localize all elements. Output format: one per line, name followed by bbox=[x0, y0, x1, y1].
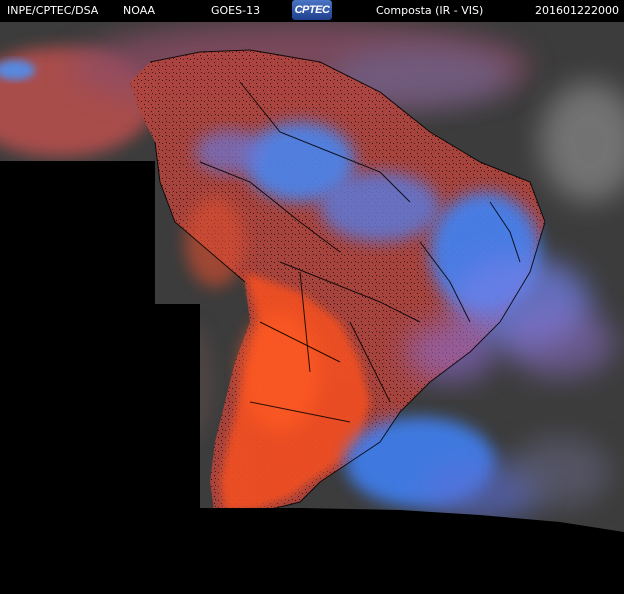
agency-label: INPE/CPTEC/DSA bbox=[7, 4, 99, 17]
satellite-composite-image bbox=[0, 22, 624, 594]
product-label: Composta (IR - VIS) bbox=[376, 4, 484, 17]
source-label: NOAA bbox=[123, 4, 156, 17]
cptec-logo: CPTEC bbox=[292, 0, 332, 20]
timestamp-label: 201601222000 bbox=[535, 4, 619, 17]
satellite-label: GOES-13 bbox=[211, 4, 261, 17]
satellite-map-svg bbox=[0, 22, 624, 594]
cptec-logo-text: CPTEC bbox=[294, 4, 330, 16]
image-header: INPE/CPTEC/DSA NOAA GOES-13 CPTEC Compos… bbox=[0, 0, 624, 22]
